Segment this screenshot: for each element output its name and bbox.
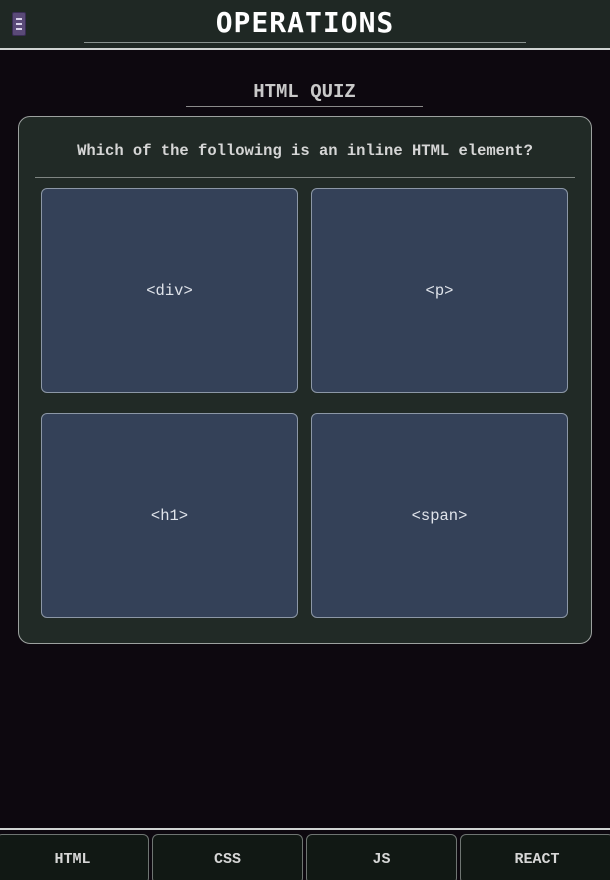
tab-react[interactable]: REACT [460,834,610,880]
answer-option-label: <p> [425,281,454,300]
section-underline [186,106,423,107]
title-underline [84,42,526,43]
answer-option-label: <h1> [150,506,189,525]
question-text: Which of the following is an inline HTML… [77,142,533,160]
answer-option-div[interactable]: <div> [41,188,298,393]
app-title: OPERATIONS [215,6,395,39]
answer-option-p[interactable]: <p> [311,188,568,393]
answer-option-label: <div> [146,281,193,300]
question-divider [35,177,575,178]
quiz-card: Which of the following is an inline HTML… [18,116,592,644]
section-title: HTML QUIZ [253,81,356,103]
answer-option-label: <span> [411,506,468,525]
tab-html[interactable]: HTML [0,834,149,880]
tab-css[interactable]: CSS [152,834,303,880]
app-window: OPERATIONS HTML QUIZ Which of the follow… [0,0,610,880]
answer-option-span[interactable]: <span> [311,413,568,618]
answer-option-h1[interactable]: <h1> [41,413,298,618]
header-bar: OPERATIONS [0,0,610,50]
tab-js[interactable]: JS [306,834,457,880]
bottom-tab-bar: HTML CSS JS REACT [0,828,610,880]
